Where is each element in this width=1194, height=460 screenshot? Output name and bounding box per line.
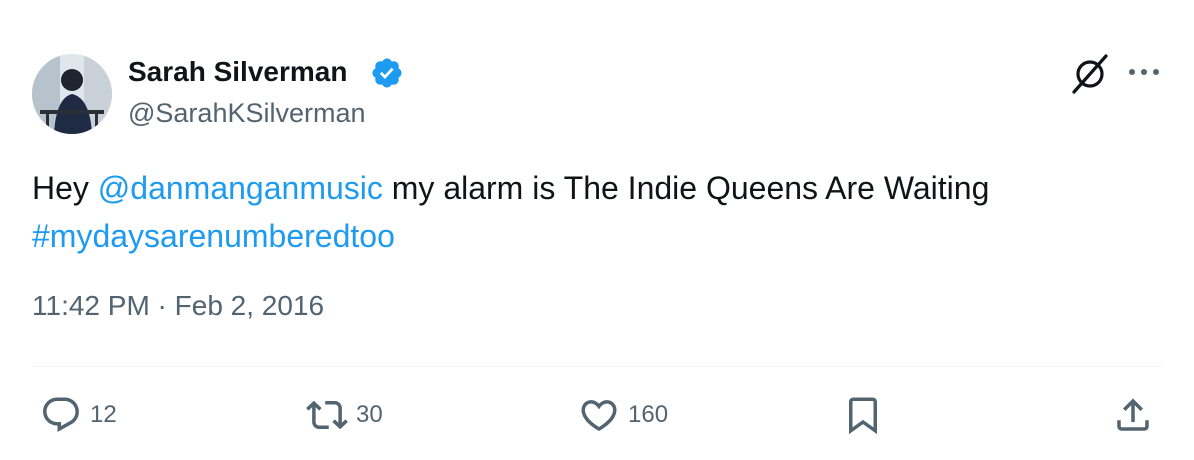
x-logo-icon[interactable] [1068, 54, 1112, 94]
more-icon[interactable] [1124, 62, 1164, 82]
tweet-text-middle: my alarm is The Indie Queens Are Waiting [382, 170, 990, 206]
like-button[interactable]: 160 [578, 394, 668, 436]
author-handle[interactable]: @SarahKSilverman [128, 98, 366, 129]
like-count: 160 [628, 401, 669, 428]
reply-count: 12 [90, 401, 117, 428]
bookmark-button[interactable] [842, 394, 884, 436]
tweet-text-prefix: Hey [32, 170, 98, 206]
divider [32, 366, 1162, 367]
share-icon [1117, 398, 1149, 431]
retweet-button[interactable]: 30 [306, 394, 383, 436]
verified-badge-icon [372, 58, 402, 88]
author-name[interactable]: Sarah Silverman [128, 56, 347, 88]
avatar[interactable] [32, 54, 112, 134]
mention-link[interactable]: @danmanganmusic [98, 170, 383, 206]
timestamp[interactable]: 11:42 PM · Feb 2, 2016 [32, 290, 324, 322]
retweet-count: 30 [356, 401, 383, 428]
share-button[interactable] [1112, 394, 1154, 436]
reply-button[interactable]: 12 [40, 394, 117, 436]
hashtag-link[interactable]: #mydaysarenumberedtoo [32, 218, 395, 254]
tweet-card: Sarah Silverman @SarahKSilverman Hey @da… [0, 0, 1194, 460]
bookmark-icon [849, 397, 877, 435]
like-icon [581, 400, 617, 432]
reply-icon [43, 397, 79, 432]
retweet-icon [306, 400, 348, 430]
tweet-text: Hey @danmanganmusic my alarm is The Indi… [32, 164, 1162, 260]
